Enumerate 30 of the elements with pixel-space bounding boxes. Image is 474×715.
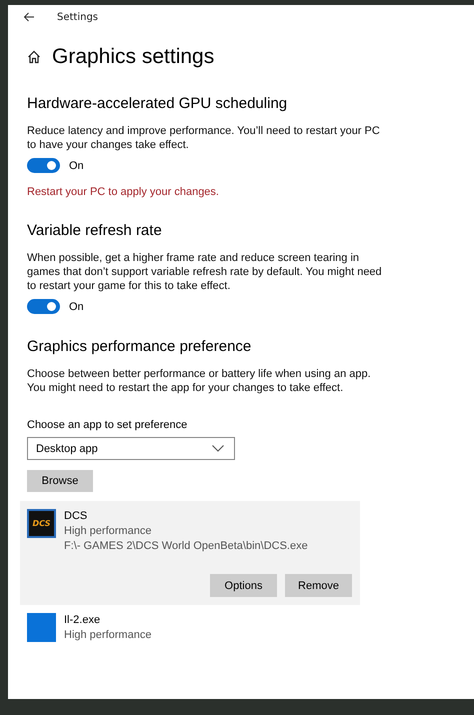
- app-preference: High performance: [64, 628, 152, 643]
- remove-button[interactable]: Remove: [285, 574, 352, 597]
- window-title: Settings: [57, 12, 98, 22]
- browse-button[interactable]: Browse: [27, 470, 93, 492]
- back-icon[interactable]: [23, 12, 35, 22]
- chevron-down-icon: [212, 445, 224, 452]
- app-type-dropdown[interactable]: Desktop app: [27, 437, 235, 460]
- description-text: Reduce latency and improve performance. You’ll need to restart your PC to have your changes take effect.: [27, 124, 381, 152]
- app-name: Il-2.exe: [64, 613, 102, 628]
- toggle-label: On: [69, 160, 84, 172]
- toggle-label: On: [69, 300, 84, 312]
- app-preference: High performance: [64, 524, 152, 539]
- app-name: DCS: [64, 509, 88, 524]
- app-logo-icon: DCS: [27, 509, 56, 538]
- home-icon[interactable]: [27, 50, 41, 64]
- app-icon: [27, 613, 56, 642]
- app-path: F:\- GAMES 2\DCS World OpenBeta\bin\DCS.exe: [64, 539, 308, 554]
- page-title: Graphics settings: [52, 45, 214, 69]
- field-label: Choose an app to set preference: [27, 419, 188, 431]
- section-heading: Hardware-accelerated GPU scheduling: [27, 95, 288, 112]
- app-list-item[interactable]: DCS DCS High performance F:\- GAMES 2\DCS World OpenBeta\bin\DCS.exe Options Remove: [20, 501, 360, 605]
- options-button[interactable]: Options: [210, 574, 277, 597]
- section-heading: Graphics performance preference: [27, 338, 252, 355]
- toggle-switch[interactable]: [27, 158, 60, 173]
- restart-warning: Restart your PC to apply your changes.: [27, 186, 220, 198]
- toggle-switch[interactable]: [27, 299, 60, 314]
- section-heading: Variable refresh rate: [27, 222, 163, 239]
- app-list-item[interactable]: Il-2.exe High performance: [20, 605, 360, 651]
- description-text: Choose between better performance or battery life when using an app. You might need to restart the app for your changes to take effect.: [27, 367, 372, 395]
- description-text: When possible, get a higher frame rate and reduce screen tearing in games that don’t support variable refresh rate by default. You might need to restart your game for this to take effect.: [27, 251, 383, 293]
